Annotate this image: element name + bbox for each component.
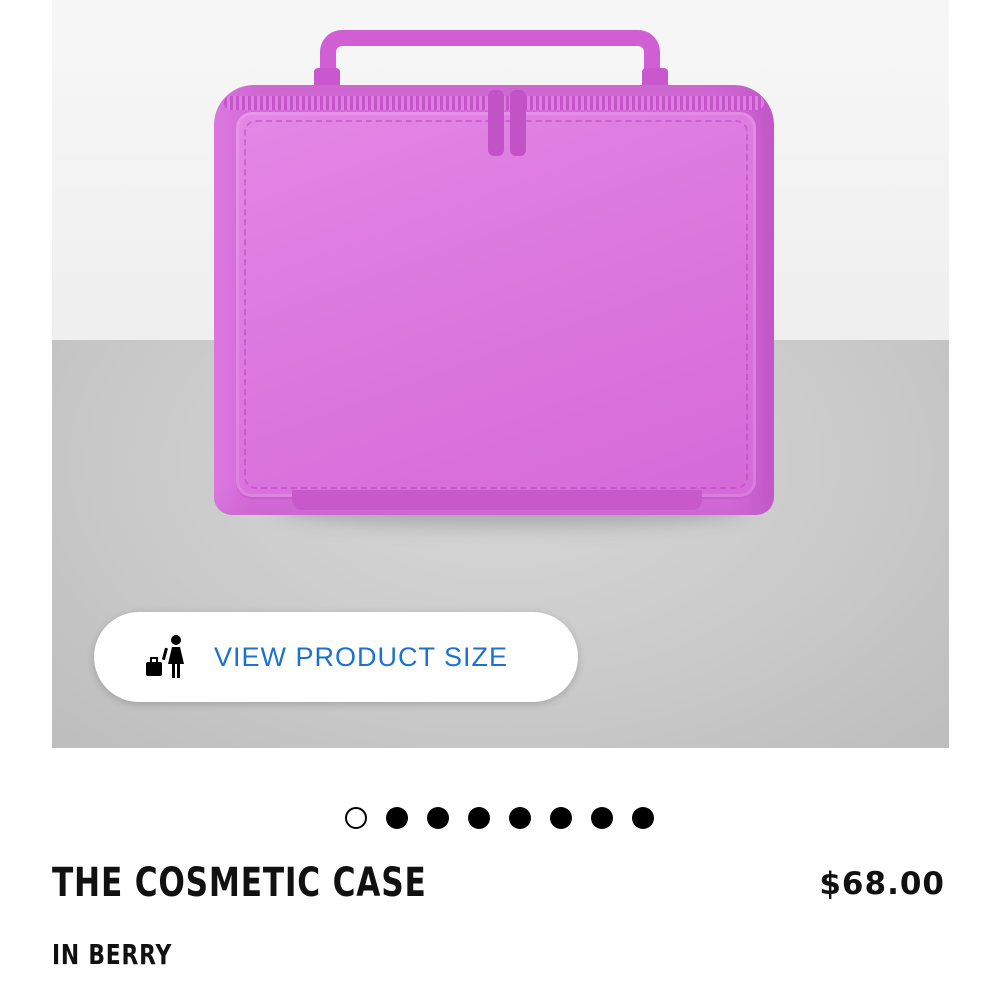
carousel-dot[interactable]: [468, 807, 490, 829]
product-price: $68.00: [819, 866, 945, 902]
case-lid: [236, 112, 756, 497]
view-product-size-label: VIEW PRODUCT SIZE: [214, 641, 509, 672]
view-product-size-button[interactable]: VIEW PRODUCT SIZE: [94, 612, 578, 702]
zipper-pull-left: [488, 90, 504, 156]
carousel-dot[interactable]: [591, 807, 613, 829]
product-page: VIEW PRODUCT SIZE THE COSMETIC CASE $68.…: [0, 0, 1000, 1000]
carousel-dot[interactable]: [509, 807, 531, 829]
person-luggage-icon: [144, 634, 190, 680]
product-color-label: IN BERRY: [52, 938, 173, 971]
carousel-dots: [345, 807, 654, 829]
carousel-dot[interactable]: [345, 807, 367, 829]
carousel-dot[interactable]: [427, 807, 449, 829]
case-stitching: [244, 120, 748, 489]
carousel-dot[interactable]: [632, 807, 654, 829]
case-base: [292, 490, 702, 510]
carousel-dot[interactable]: [550, 807, 572, 829]
carousel-dot[interactable]: [386, 807, 408, 829]
zipper-pull-right: [510, 90, 526, 156]
product-image[interactable]: VIEW PRODUCT SIZE: [52, 0, 949, 748]
product-title: THE COSMETIC CASE: [52, 860, 427, 906]
